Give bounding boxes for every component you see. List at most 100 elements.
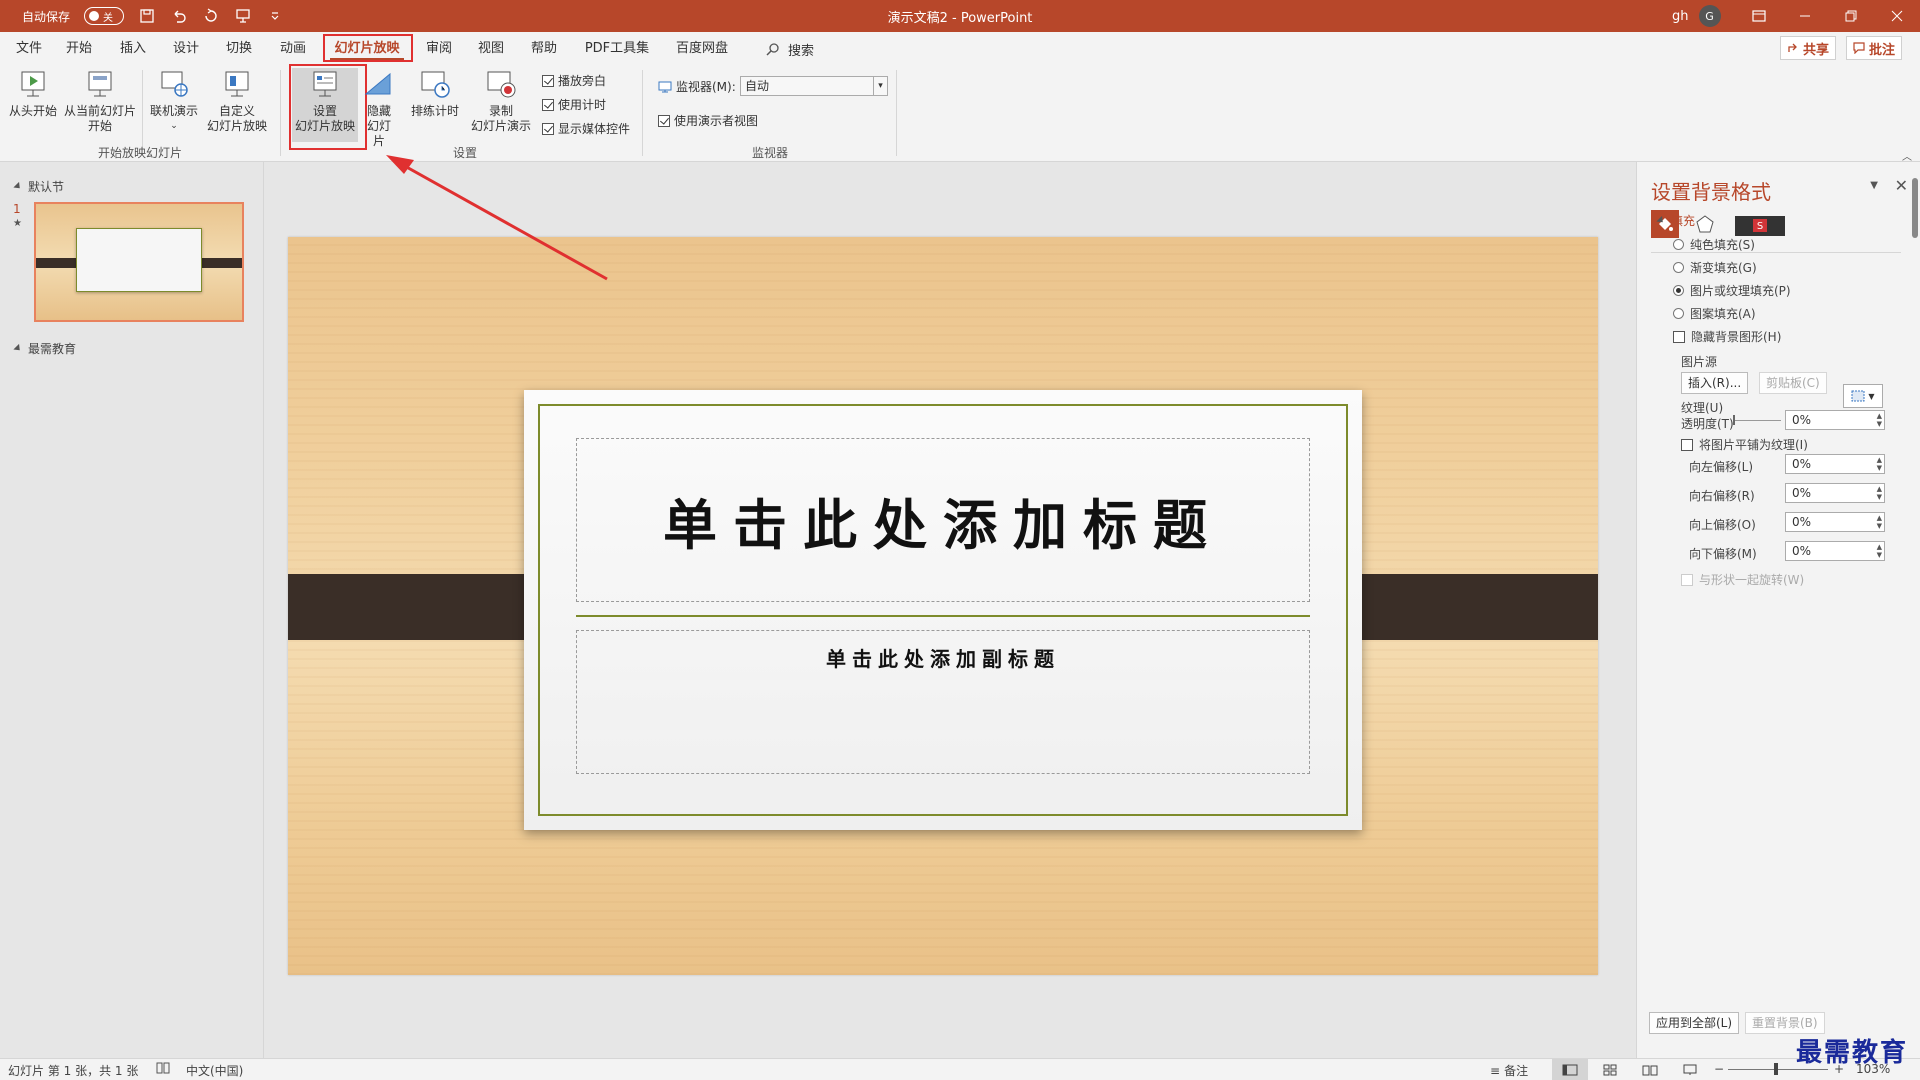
presenter-view-checkbox[interactable]: 使用演示者视图 xyxy=(658,112,758,129)
user-account[interactable]: gh G xyxy=(1672,0,1721,32)
tab-pdf-tools[interactable]: PDF工具集 xyxy=(582,37,652,61)
rehearse-timings-icon xyxy=(418,68,452,102)
pane-scrollbar[interactable] xyxy=(1912,178,1918,238)
hide-slide-label-2: 幻灯片 xyxy=(366,119,391,148)
normal-view-icon[interactable] xyxy=(1552,1059,1588,1080)
offset-left-input[interactable]: 0% ▲ ▼ xyxy=(1785,454,1885,474)
tile-picture-checkbox[interactable]: 将图片平铺为纹理(I) xyxy=(1681,436,1808,453)
custom-slideshow-label-2: 幻灯片放映 xyxy=(206,119,267,133)
from-current-slide-button[interactable]: 从当前幻灯片 开始 xyxy=(62,68,138,134)
spin-arrows-icon[interactable]: ▲ ▼ xyxy=(1877,543,1882,559)
collapse-ribbon-icon[interactable]: ︿ xyxy=(1902,148,1912,163)
from-beginning-button[interactable]: 从头开始 xyxy=(8,68,58,119)
group-label-monitor: 监视器 xyxy=(751,146,788,160)
rotate-with-shape-checkbox[interactable]: 与形状一起旋转(W) xyxy=(1681,571,1804,588)
texture-picker[interactable]: ▼ xyxy=(1843,384,1883,408)
checkbox-icon xyxy=(1673,330,1685,343)
monitor-label-row: 监视器(M): xyxy=(658,78,736,95)
spin-arrows-icon[interactable]: ▲ ▼ xyxy=(1877,485,1882,501)
close-icon[interactable]: ✕ xyxy=(1895,176,1908,195)
transparency-input[interactable]: 0% ▲ ▼ xyxy=(1785,410,1885,430)
zoom-slider-knob[interactable] xyxy=(1774,1063,1778,1075)
monitor-select[interactable]: 自动 ▾ xyxy=(740,76,888,96)
share-icon xyxy=(1788,43,1797,52)
effects-pentagon-icon[interactable] xyxy=(1691,210,1719,238)
tab-view[interactable]: 视图 xyxy=(476,37,506,61)
custom-slideshow-button[interactable]: 自定义 幻灯片放映 xyxy=(202,68,272,134)
minimize-icon[interactable] xyxy=(1782,0,1828,32)
offset-right-input[interactable]: 0% ▲ ▼ xyxy=(1785,483,1885,503)
comments-button[interactable]: 批注 xyxy=(1846,36,1903,60)
tab-file[interactable]: 文件 xyxy=(14,37,44,61)
notes-button[interactable]: ≡ 备注 xyxy=(1490,1062,1528,1079)
rehearse-timings-button[interactable]: 排练计时 xyxy=(408,68,462,119)
checkbox-checked-icon xyxy=(542,74,554,87)
spin-arrows-icon[interactable]: ▲ ▼ xyxy=(1877,456,1882,472)
from-current-label-2: 开始 xyxy=(87,119,112,133)
close-icon[interactable] xyxy=(1874,0,1920,32)
hide-background-graphics-checkbox[interactable]: 隐藏背景图形(H) xyxy=(1673,328,1781,345)
avatar[interactable]: G xyxy=(1698,5,1721,27)
gradient-fill-radio[interactable]: 渐变填充(G) xyxy=(1673,259,1757,276)
ribbon-display-options-icon[interactable] xyxy=(1736,0,1782,32)
section-header-default[interactable]: 默认节 xyxy=(13,178,64,195)
chevron-down-icon: ▾ xyxy=(873,77,887,95)
right-strap xyxy=(1332,574,1598,640)
zoom-slider[interactable] xyxy=(1728,1063,1828,1075)
record-slideshow-button[interactable]: 录制 幻灯片演示 xyxy=(462,68,540,134)
restore-icon[interactable] xyxy=(1828,0,1874,32)
clipboard-button[interactable]: 剪贴板(C) xyxy=(1759,372,1827,394)
tab-transitions[interactable]: 切换 xyxy=(224,37,254,61)
dropdown-arrow-icon: ⌄ xyxy=(170,121,178,131)
slide-sorter-view-icon[interactable] xyxy=(1592,1059,1628,1080)
fill-section-header[interactable]: 填充 xyxy=(1656,212,1695,229)
transparency-slider[interactable] xyxy=(1733,415,1781,425)
pattern-fill-radio[interactable]: 图案填充(A) xyxy=(1673,305,1756,322)
use-timings-label: 使用计时 xyxy=(558,98,607,112)
show-media-controls-checkbox[interactable]: 显示媒体控件 xyxy=(542,120,630,137)
solid-fill-radio[interactable]: 纯色填充(S) xyxy=(1673,236,1755,253)
hide-slide-button[interactable]: 隐藏 幻灯片 xyxy=(362,68,396,149)
subtitle-placeholder[interactable]: 单击此处添加副标题 xyxy=(576,630,1310,774)
use-timings-checkbox[interactable]: 使用计时 xyxy=(542,96,606,113)
share-button[interactable]: 共享 xyxy=(1780,36,1837,60)
picture-settings-icon[interactable]: S xyxy=(1731,210,1787,238)
status-bar: 幻灯片 第 1 张，共 1 张 中文(中国) ≡ 备注 − + 103% xyxy=(0,1058,1920,1080)
radio-icon xyxy=(1673,239,1684,250)
monitor-icon xyxy=(658,81,672,92)
apply-to-all-button[interactable]: 应用到全部(L) xyxy=(1649,1012,1740,1034)
tab-review[interactable]: 审阅 xyxy=(424,37,454,61)
zoom-out-icon[interactable]: − xyxy=(1714,1062,1724,1076)
title-placeholder[interactable]: 单击此处添加标题 xyxy=(576,438,1310,602)
offset-top-input[interactable]: 0% ▲ ▼ xyxy=(1785,512,1885,532)
slide-thumbnail[interactable] xyxy=(34,202,244,322)
tab-insert[interactable]: 插入 xyxy=(118,37,148,61)
tile-picture-label: 将图片平铺为纹理(I) xyxy=(1699,438,1808,452)
solid-fill-label: 纯色填充(S) xyxy=(1690,238,1755,252)
pane-options-icon[interactable]: ▼ xyxy=(1870,180,1878,191)
reading-view-icon[interactable] xyxy=(1632,1059,1668,1080)
search-box[interactable]: 搜索 xyxy=(766,37,814,61)
section-header-second[interactable]: 最需教育 xyxy=(13,340,76,357)
slideshow-view-icon[interactable] xyxy=(1672,1059,1708,1080)
tab-home[interactable]: 开始 xyxy=(64,37,94,61)
reset-background-button[interactable]: 重置背景(B) xyxy=(1745,1012,1825,1034)
spin-arrows-icon[interactable]: ▲ ▼ xyxy=(1877,514,1882,530)
offset-bottom-input[interactable]: 0% ▲ ▼ xyxy=(1785,541,1885,561)
tab-animations[interactable]: 动画 xyxy=(278,37,308,61)
slide-canvas[interactable]: 单击此处添加标题 单击此处添加副标题 xyxy=(288,237,1598,975)
language-indicator[interactable]: 中文(中国) xyxy=(186,1062,243,1079)
comments-label: 批注 xyxy=(1869,42,1896,58)
tab-design[interactable]: 设计 xyxy=(171,37,201,61)
tab-help[interactable]: 帮助 xyxy=(529,37,559,61)
present-online-icon xyxy=(157,68,191,102)
spin-arrows-icon[interactable]: ▲ ▼ xyxy=(1877,412,1882,428)
tab-baidu-netdisk[interactable]: 百度网盘 xyxy=(674,37,730,61)
play-narrations-checkbox[interactable]: 播放旁白 xyxy=(542,72,606,89)
present-online-button[interactable]: 联机演示 ⌄ xyxy=(146,68,202,134)
picture-fill-radio[interactable]: 图片或纹理填充(P) xyxy=(1673,282,1791,299)
insert-picture-button[interactable]: 插入(R)... xyxy=(1681,372,1749,394)
picture-source-label: 图片源 xyxy=(1681,355,1718,369)
spelling-check-icon[interactable] xyxy=(156,1062,170,1074)
offset-bottom-value: 0% xyxy=(1792,544,1812,558)
